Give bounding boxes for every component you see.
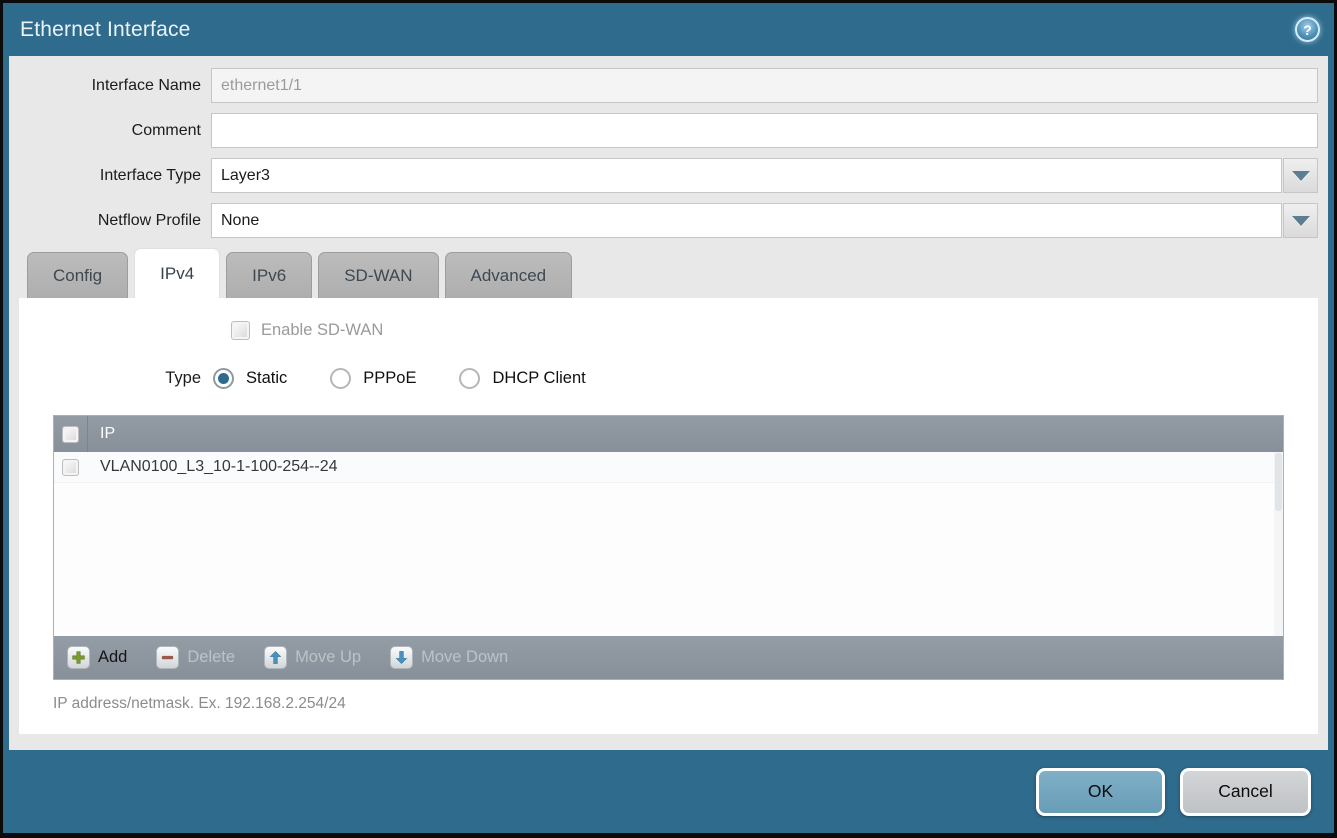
interface-name-label: Interface Name bbox=[19, 77, 211, 95]
netflow-profile-dropdown-trigger[interactable] bbox=[1283, 203, 1318, 238]
enable-sdwan-row: Enable SD-WAN bbox=[231, 319, 1302, 341]
radio-pppoe-label: PPPoE bbox=[363, 369, 416, 388]
ip-grid-toolbar: Add Delete Move Up bbox=[54, 636, 1283, 679]
radio-pppoe-icon[interactable] bbox=[330, 368, 351, 389]
interface-type-label: Interface Type bbox=[19, 167, 211, 185]
type-label: Type bbox=[35, 369, 213, 388]
interface-type-dropdown-trigger[interactable] bbox=[1283, 158, 1318, 193]
netflow-profile-row: Netflow Profile bbox=[19, 203, 1318, 238]
chevron-down-icon bbox=[1292, 216, 1310, 226]
delete-button: Delete bbox=[153, 643, 241, 672]
radio-static-label: Static bbox=[246, 369, 287, 388]
move-down-button: Move Down bbox=[387, 643, 514, 672]
chevron-down-icon bbox=[1292, 171, 1310, 181]
row-checkbox[interactable] bbox=[62, 459, 79, 476]
minus-icon bbox=[156, 646, 179, 669]
tab-advanced[interactable]: Advanced bbox=[445, 252, 573, 298]
ip-grid: IP VLAN0100_L3_10-1-100-254--24 bbox=[53, 415, 1284, 680]
netflow-profile-input[interactable] bbox=[211, 203, 1282, 238]
grid-scrollbar-thumb[interactable] bbox=[1275, 453, 1282, 511]
radio-option-dhcp-client[interactable]: DHCP Client bbox=[459, 368, 585, 389]
tab-ipv4[interactable]: IPv4 bbox=[134, 248, 220, 298]
delete-button-label: Delete bbox=[187, 648, 235, 667]
interface-type-input[interactable] bbox=[211, 158, 1282, 193]
add-button-label: Add bbox=[98, 648, 127, 667]
cancel-button[interactable]: Cancel bbox=[1180, 768, 1311, 816]
radio-dhcp-label: DHCP Client bbox=[492, 369, 585, 388]
enable-sdwan-checkbox bbox=[231, 321, 250, 340]
radio-static-icon[interactable] bbox=[213, 368, 234, 389]
netflow-profile-combo bbox=[211, 203, 1318, 238]
grid-scrollbar[interactable] bbox=[1274, 452, 1283, 636]
ip-grid-row[interactable]: VLAN0100_L3_10-1-100-254--24 bbox=[54, 452, 1283, 483]
radio-option-pppoe[interactable]: PPPoE bbox=[330, 368, 416, 389]
enable-sdwan-label: Enable SD-WAN bbox=[261, 321, 383, 340]
help-icon[interactable]: ? bbox=[1295, 17, 1320, 42]
move-up-button-label: Move Up bbox=[295, 648, 361, 667]
comment-row: Comment bbox=[19, 113, 1318, 148]
move-down-button-label: Move Down bbox=[421, 648, 508, 667]
plus-icon bbox=[67, 646, 90, 669]
dialog-body: Interface Name Comment Interface Type Ne… bbox=[9, 56, 1328, 750]
radio-dhcp-icon[interactable] bbox=[459, 368, 480, 389]
dialog-titlebar: Ethernet Interface ? bbox=[3, 3, 1334, 56]
ok-button[interactable]: OK bbox=[1036, 768, 1165, 816]
dialog-footer: OK Cancel bbox=[3, 750, 1334, 833]
row-checkbox-cell bbox=[54, 452, 88, 482]
tab-config[interactable]: Config bbox=[27, 252, 128, 298]
comment-label: Comment bbox=[19, 122, 211, 140]
interface-name-row: Interface Name bbox=[19, 68, 1318, 103]
arrow-up-icon bbox=[264, 646, 287, 669]
add-button[interactable]: Add bbox=[64, 643, 133, 672]
ethernet-interface-dialog: Ethernet Interface ? Interface Name Comm… bbox=[0, 0, 1337, 838]
ip-column-header: IP bbox=[88, 425, 115, 443]
select-all-checkbox[interactable] bbox=[62, 426, 79, 443]
interface-name-field bbox=[211, 68, 1318, 103]
radio-option-static[interactable]: Static bbox=[213, 368, 287, 389]
type-radio-group: Type Static PPPoE DHCP Client bbox=[35, 365, 1302, 392]
tab-strip: Config IPv4 IPv6 SD-WAN Advanced bbox=[19, 248, 1318, 298]
move-up-button: Move Up bbox=[261, 643, 367, 672]
interface-type-combo bbox=[211, 158, 1318, 193]
comment-field[interactable] bbox=[211, 113, 1318, 148]
netflow-profile-label: Netflow Profile bbox=[19, 212, 211, 230]
tab-sdwan[interactable]: SD-WAN bbox=[318, 252, 438, 298]
arrow-down-icon bbox=[390, 646, 413, 669]
ip-cell-value: VLAN0100_L3_10-1-100-254--24 bbox=[88, 458, 338, 476]
select-all-cell bbox=[54, 416, 88, 452]
tab-ipv6[interactable]: IPv6 bbox=[226, 252, 312, 298]
dialog-title: Ethernet Interface bbox=[20, 18, 191, 42]
ip-grid-body: VLAN0100_L3_10-1-100-254--24 bbox=[54, 452, 1283, 636]
ipv4-tab-panel: Enable SD-WAN Type Static PPPoE DHCP Cli… bbox=[19, 298, 1318, 734]
ip-format-hint: IP address/netmask. Ex. 192.168.2.254/24 bbox=[53, 695, 1302, 713]
ip-grid-header: IP bbox=[54, 416, 1283, 452]
interface-type-row: Interface Type bbox=[19, 158, 1318, 193]
